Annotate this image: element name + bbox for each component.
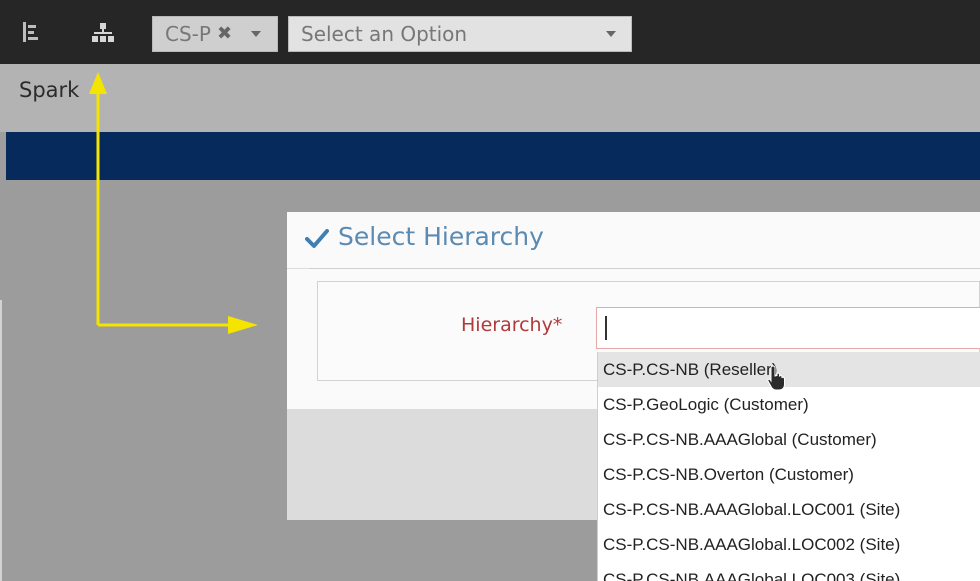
hierarchy-dropdown: CS-P.CS-NB (Reseller) CS-P.GeoLogic (Cus… xyxy=(597,352,980,581)
modal-header: Select Hierarchy xyxy=(287,212,980,268)
nav-band xyxy=(6,132,980,180)
top-toolbar: CS-P ✖ Select an Option xyxy=(0,0,980,64)
dropdown-item[interactable]: CS-P.CS-NB.AAAGlobal.LOC001 (Site) xyxy=(598,492,980,527)
dropdown-item[interactable]: CS-P.GeoLogic (Customer) xyxy=(598,387,980,422)
dropdown-item[interactable]: CS-P.CS-NB.AAAGlobal.LOC003 (Site) xyxy=(598,562,980,581)
left-panel-edge xyxy=(0,300,2,581)
option-select-placeholder: Select an Option xyxy=(301,22,468,46)
option-select[interactable]: Select an Option xyxy=(288,16,632,52)
hierarchy-field-label: Hierarchy* xyxy=(461,314,563,336)
app-header: Spark xyxy=(0,64,980,132)
chevron-down-icon[interactable] xyxy=(251,31,261,37)
modal-title: Select Hierarchy xyxy=(338,222,544,251)
app-name: Spark xyxy=(19,78,80,102)
chevron-down-icon[interactable] xyxy=(606,31,616,37)
dropdown-item[interactable]: CS-P.CS-NB.AAAGlobal (Customer) xyxy=(598,422,980,457)
selected-tag-label: CS-P xyxy=(165,22,211,46)
hierarchy-input[interactable] xyxy=(596,307,980,349)
dropdown-item[interactable]: CS-P.CS-NB.Overton (Customer) xyxy=(598,457,980,492)
dropdown-item[interactable]: CS-P.CS-NB.AAAGlobal.LOC002 (Site) xyxy=(598,527,980,562)
hand-cursor-icon xyxy=(767,365,785,391)
check-icon xyxy=(305,229,329,248)
list-tree-icon[interactable] xyxy=(20,20,46,46)
text-cursor xyxy=(605,316,607,340)
hierarchy-icon[interactable] xyxy=(90,20,116,46)
remove-tag-icon[interactable]: ✖ xyxy=(217,17,232,51)
hierarchy-tag-select[interactable]: CS-P ✖ xyxy=(152,16,278,52)
dropdown-item[interactable]: CS-P.CS-NB (Reseller) xyxy=(598,352,980,387)
